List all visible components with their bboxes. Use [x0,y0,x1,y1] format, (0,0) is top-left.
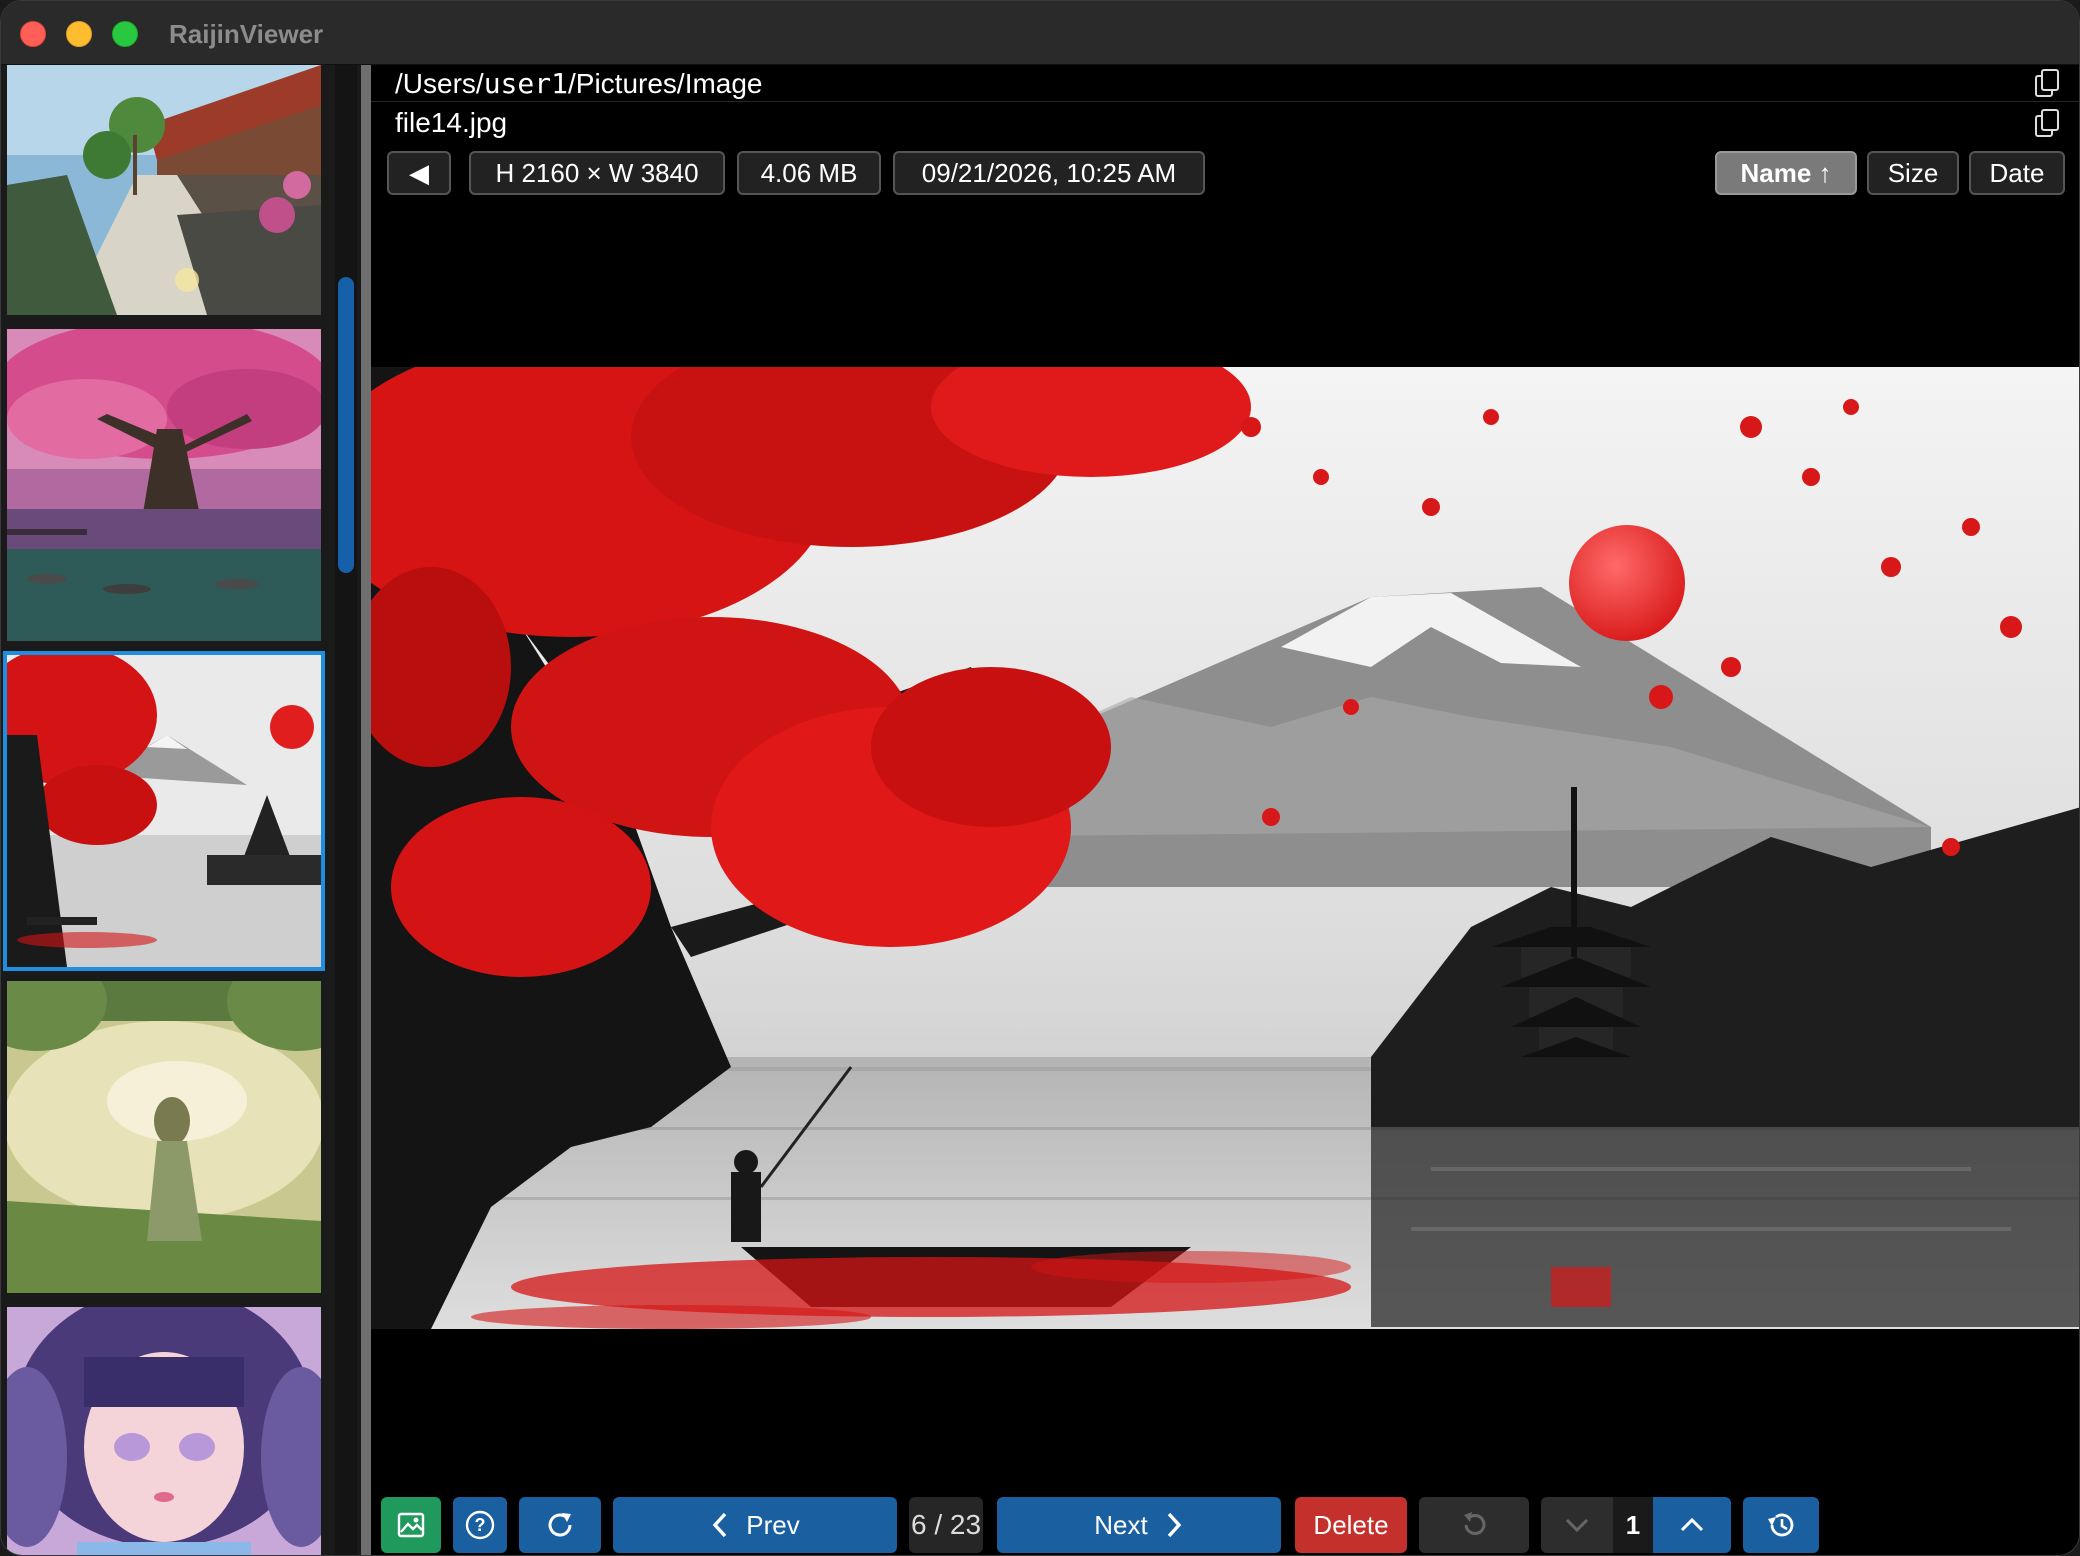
minimize-window-button[interactable] [66,21,92,47]
copy-filename-icon[interactable] [2035,109,2063,139]
chevron-down-icon [1565,1518,1589,1533]
maximize-window-button[interactable] [112,21,138,47]
undo-icon [1464,1512,1486,1535]
app-title: RaijinViewer [169,19,324,49]
file-size-chip: 4.06 MB [737,151,881,195]
thumbnail-girl-in-field[interactable] [7,981,321,1293]
path-user: user1 [483,67,568,100]
main-panel: /Users/user1/Pictures/Image file14.jpg ◀… [371,65,2079,1555]
undo-button[interactable] [1419,1497,1529,1553]
thumbnail-village-path[interactable] [7,65,321,315]
dimensions-chip: H 2160 × W 3840 [469,151,725,195]
path-suffix: /Pictures/Image [567,68,763,99]
chevron-up-icon [1680,1517,1704,1532]
close-window-button[interactable] [20,21,46,47]
image-counter: 6 / 23 [909,1497,983,1553]
file-name: file14.jpg [395,107,508,138]
refresh-icon [548,1513,572,1537]
title-bar: RaijinViewer [1,1,2079,65]
page-up-button[interactable] [1653,1497,1731,1553]
page-down-button[interactable] [1541,1497,1613,1553]
app-window: RaijinViewer /Users/user1/Pictures/Image… [0,0,2080,1556]
page-number: 1 [1613,1497,1653,1553]
thumbnail-red-maple-selected[interactable] [3,651,325,971]
next-label: Next [1094,1509,1148,1540]
prev-button[interactable]: Prev [613,1497,897,1553]
image-mode-button[interactable] [381,1497,441,1553]
thumbnail-cherry-tree[interactable] [7,329,321,641]
panel-divider[interactable] [361,65,371,1555]
header-separator [371,101,2079,102]
chevron-left-icon [712,1512,727,1538]
history-button[interactable] [1743,1497,1819,1553]
main-image [371,367,2079,1329]
svg-text:?: ? [475,1515,486,1535]
sort-date-button[interactable]: Date [1969,151,2065,195]
delete-button[interactable]: Delete [1295,1497,1407,1553]
date-chip: 09/21/2026, 10:25 AM [893,151,1205,195]
sort-name-button[interactable]: Name ↑ [1715,151,1857,195]
path-prefix: /Users/ [395,68,484,99]
thumbnail-anime-portrait[interactable] [7,1307,321,1555]
refresh-button[interactable] [519,1497,601,1553]
image-icon [397,1512,425,1538]
next-button[interactable]: Next [997,1497,1281,1553]
history-icon [1768,1513,1794,1537]
collapse-sidebar-button[interactable]: ◀ [387,151,451,195]
sidebar-scrollbar-thumb[interactable] [338,277,354,573]
chevron-right-icon [1167,1512,1182,1538]
copy-path-icon[interactable] [2035,69,2063,99]
help-icon: ? [465,1510,495,1540]
thumbnail-sidebar [1,65,363,1555]
file-path: /Users/user1/Pictures/Image [395,67,763,100]
sort-size-button[interactable]: Size [1867,151,1959,195]
prev-label: Prev [746,1509,800,1540]
help-button[interactable]: ? [453,1497,507,1553]
